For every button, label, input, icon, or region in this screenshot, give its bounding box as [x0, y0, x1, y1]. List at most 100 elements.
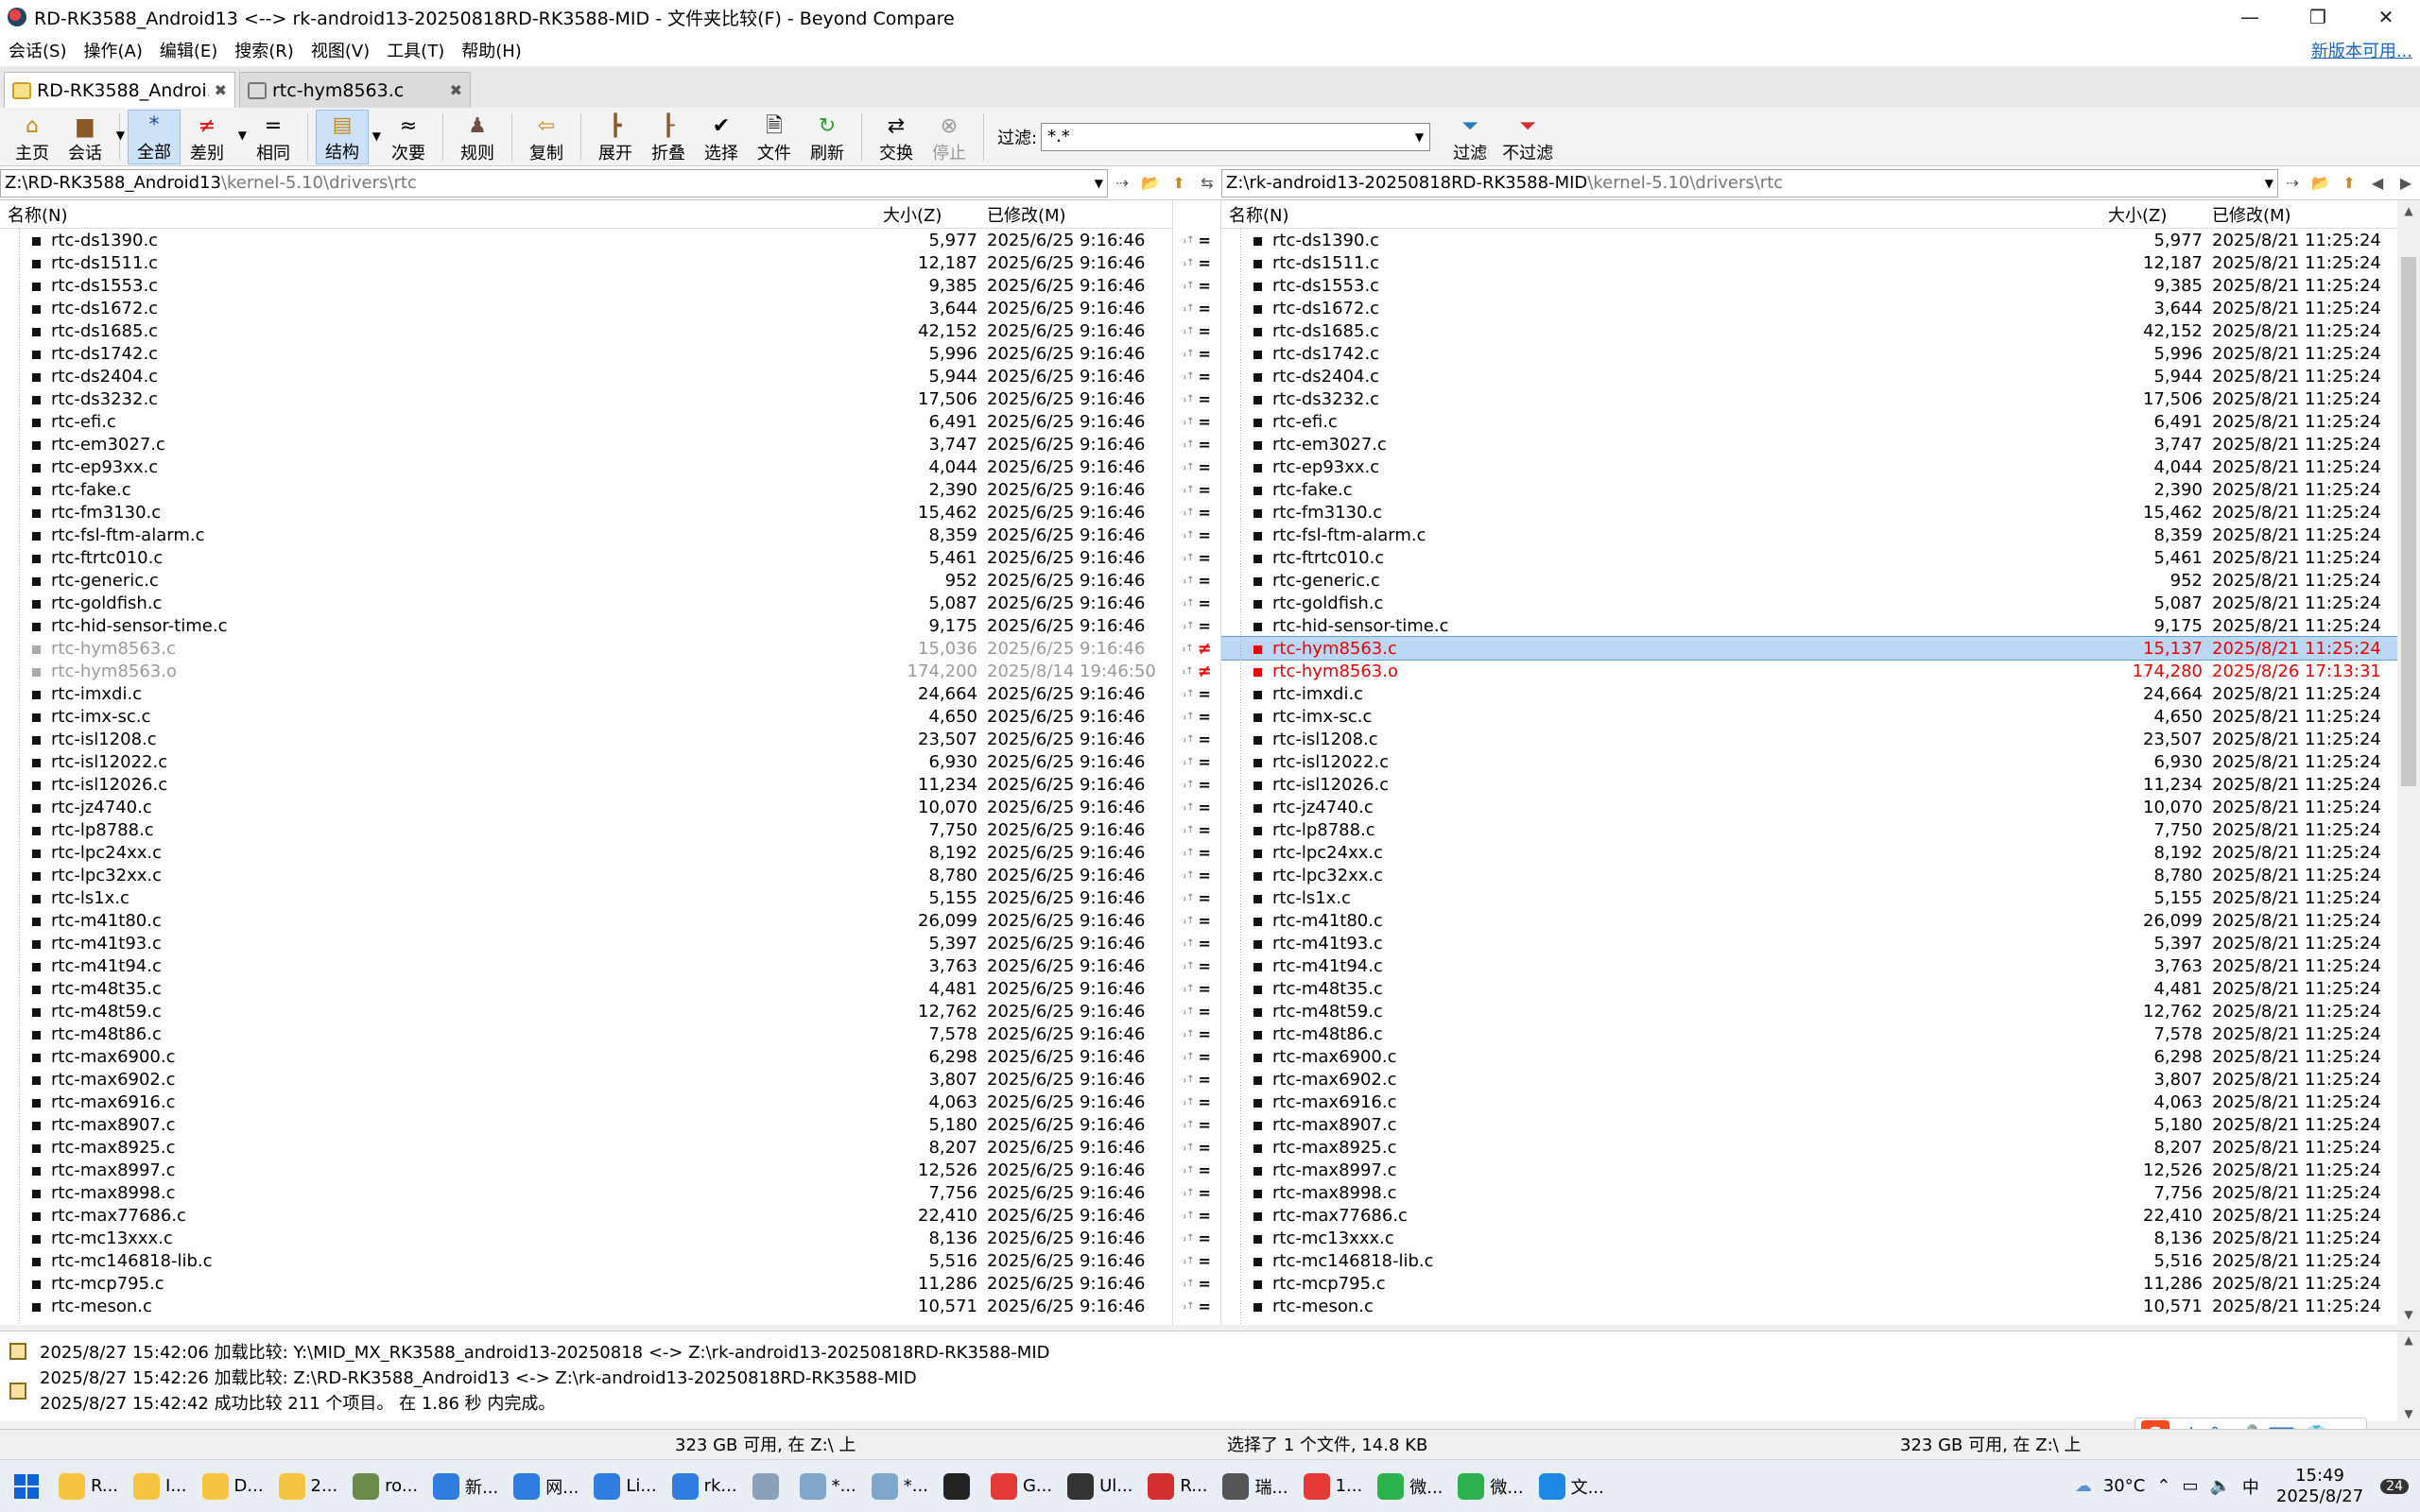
- compare-indicator[interactable]: ₁↑ =: [1173, 1227, 1220, 1249]
- menu-tools[interactable]: 工具(T): [378, 38, 453, 62]
- compare-indicator[interactable]: ₁↑ =: [1173, 954, 1220, 977]
- table-row[interactable]: rtc-ds1672.c 3,644 2025/8/21 11:25:24: [1221, 297, 2397, 319]
- table-row[interactable]: rtc-m48t35.c 4,481 2025/8/21 11:25:24: [1221, 977, 2397, 1000]
- compare-indicator[interactable]: ₁↑ =: [1173, 909, 1220, 932]
- table-row[interactable]: rtc-hid-sensor-time.c 9,175 2025/6/25 9:16…: [0, 614, 1172, 637]
- table-row[interactable]: rtc-m48t59.c 12,762 2025/8/21 11:25:24: [1221, 1000, 2397, 1022]
- table-row[interactable]: rtc-max6900.c 6,298 2025/6/25 9:16:46: [0, 1045, 1172, 1068]
- table-row[interactable]: rtc-ds1390.c 5,977 2025/6/25 9:16:46: [0, 229, 1172, 251]
- compare-indicator[interactable]: ₁↑ =: [1173, 501, 1220, 524]
- taskbar-app-button[interactable]: Li...: [588, 1466, 662, 1507]
- tab-text-compare[interactable]: rtc-hym8563.c ✖: [239, 72, 471, 108]
- table-row[interactable]: rtc-em3027.c 3,747 2025/6/25 9:16:46: [0, 433, 1172, 455]
- scroll-down-icon[interactable]: ▼: [2397, 1407, 2420, 1420]
- filter-input[interactable]: *.* ▼: [1041, 122, 1431, 151]
- table-row[interactable]: rtc-meson.c 10,571 2025/8/21 11:25:24: [1221, 1295, 2397, 1317]
- compare-indicator[interactable]: ₁↑ =: [1173, 1068, 1220, 1091]
- right-file-pane[interactable]: 名称(N) 大小(Z) 已修改(M) rtc-ds1390.c 5,977 2025…: [1221, 200, 2420, 1325]
- compare-indicator[interactable]: ₁↑ =: [1173, 1204, 1220, 1227]
- collapse-button[interactable]: ┠ 折叠: [642, 110, 695, 164]
- table-row[interactable]: rtc-m48t35.c 4,481 2025/6/25 9:16:46: [0, 977, 1172, 1000]
- taskbar-app-button[interactable]: 新...: [427, 1466, 504, 1507]
- compare-indicator[interactable]: ₁↑ =: [1173, 569, 1220, 592]
- table-row[interactable]: rtc-ds1553.c 9,385 2025/6/25 9:16:46: [0, 274, 1172, 297]
- compare-indicator[interactable]: ₁↑ =: [1173, 455, 1220, 478]
- table-row[interactable]: rtc-ds1742.c 5,996 2025/8/21 11:25:24: [1221, 342, 2397, 365]
- table-row[interactable]: rtc-m48t86.c 7,578 2025/6/25 9:16:46: [0, 1022, 1172, 1045]
- table-row[interactable]: rtc-fsl-ftm-alarm.c 8,359 2025/6/25 9:16:4…: [0, 524, 1172, 546]
- table-row[interactable]: rtc-max6902.c 3,807 2025/6/25 9:16:46: [0, 1068, 1172, 1091]
- expand-button[interactable]: ┣ 展开: [589, 110, 642, 164]
- compare-indicator[interactable]: ₁↑ =: [1173, 841, 1220, 864]
- table-row[interactable]: rtc-ds1511.c 12,187 2025/8/21 11:25:24: [1221, 251, 2397, 274]
- table-row[interactable]: rtc-m48t86.c 7,578 2025/8/21 11:25:24: [1221, 1022, 2397, 1045]
- taskbar-app-button[interactable]: 瑞...: [1217, 1466, 1293, 1507]
- compare-indicator[interactable]: ₁↑ =: [1173, 682, 1220, 705]
- compare-indicator[interactable]: ₁↑ =: [1173, 1295, 1220, 1317]
- table-row[interactable]: rtc-ds1511.c 12,187 2025/6/25 9:16:46: [0, 251, 1172, 274]
- table-row[interactable]: rtc-lpc24xx.c 8,192 2025/6/25 9:16:46: [0, 841, 1172, 864]
- compare-indicator[interactable]: ₁↑ =: [1173, 1000, 1220, 1022]
- compare-indicator[interactable]: ₁↑ =: [1173, 546, 1220, 569]
- compare-indicator[interactable]: ₁↑ =: [1173, 728, 1220, 750]
- table-row[interactable]: rtc-max8997.c 12,526 2025/8/21 11:25:24: [1221, 1159, 2397, 1181]
- ime-tray-icon[interactable]: 中: [2242, 1474, 2259, 1499]
- compare-indicator[interactable]: ₁↑ =: [1173, 1091, 1220, 1113]
- compare-indicator[interactable]: ₁↑ =: [1173, 705, 1220, 728]
- menu-view[interactable]: 视图(V): [302, 38, 378, 62]
- copy-button[interactable]: ⇦ 复制: [520, 110, 573, 164]
- notification-badge[interactable]: 24: [2380, 1478, 2409, 1494]
- network-icon[interactable]: ▭: [2182, 1476, 2198, 1496]
- browse-folder-icon[interactable]: 📂: [1136, 174, 1165, 192]
- table-row[interactable]: rtc-lpc32xx.c 8,780 2025/8/21 11:25:24: [1221, 864, 2397, 886]
- table-row[interactable]: rtc-max8925.c 8,207 2025/8/21 11:25:24: [1221, 1136, 2397, 1159]
- compare-indicator[interactable]: ₁↑ =: [1173, 342, 1220, 365]
- menu-edit[interactable]: 编辑(E): [151, 38, 226, 62]
- table-row[interactable]: rtc-mc146818-lib.c 5,516 2025/8/21 11:25:2…: [1221, 1249, 2397, 1272]
- back-icon[interactable]: ◀: [2363, 174, 2392, 192]
- table-row[interactable]: rtc-ds1553.c 9,385 2025/8/21 11:25:24: [1221, 274, 2397, 297]
- taskbar-app-button[interactable]: 微...: [1452, 1466, 1529, 1507]
- table-row[interactable]: rtc-lpc32xx.c 8,780 2025/6/25 9:16:46: [0, 864, 1172, 886]
- col-name-header[interactable]: 名称(N): [1221, 202, 2104, 227]
- left-file-pane[interactable]: 名称(N) 大小(Z) 已修改(M) rtc-ds1390.c 5,977 2025…: [0, 200, 1172, 1325]
- table-row[interactable]: rtc-isl12026.c 11,234 2025/8/21 11:25:24: [1221, 773, 2397, 796]
- table-row[interactable]: rtc-isl12022.c 6,930 2025/8/21 11:25:24: [1221, 750, 2397, 773]
- history-icon[interactable]: ⇢: [2278, 174, 2307, 192]
- chevron-down-icon[interactable]: ▼: [2265, 177, 2273, 190]
- structure-button[interactable]: ▤ 结构 ▼: [316, 109, 381, 164]
- volume-icon[interactable]: 🔈: [2209, 1476, 2230, 1496]
- table-row[interactable]: rtc-m41t93.c 5,397 2025/8/21 11:25:24: [1221, 932, 2397, 954]
- compare-indicator[interactable]: ₁↑ =: [1173, 750, 1220, 773]
- compare-indicator[interactable]: ₁↑ =: [1173, 592, 1220, 614]
- compare-indicator[interactable]: ₁↑ ≠: [1173, 637, 1220, 660]
- table-row[interactable]: rtc-ls1x.c 5,155 2025/8/21 11:25:24: [1221, 886, 2397, 909]
- chevron-down-icon[interactable]: ▼: [372, 129, 381, 143]
- table-row[interactable]: rtc-ls1x.c 5,155 2025/6/25 9:16:46: [0, 886, 1172, 909]
- compare-indicator[interactable]: ₁↑ =: [1173, 365, 1220, 387]
- compare-indicator[interactable]: ₁↑ =: [1173, 297, 1220, 319]
- compare-indicator[interactable]: ₁↑ =: [1173, 1159, 1220, 1181]
- log-scrollbar[interactable]: ▲ ▼: [2397, 1332, 2420, 1422]
- compare-indicator[interactable]: ₁↑ =: [1173, 1136, 1220, 1159]
- col-size-header[interactable]: 大小(Z): [879, 202, 983, 227]
- table-row[interactable]: rtc-hym8563.c 15,137 2025/8/21 11:25:24: [1221, 636, 2398, 661]
- compare-indicator[interactable]: ₁↑ =: [1173, 410, 1220, 433]
- table-row[interactable]: rtc-ftrtc010.c 5,461 2025/6/25 9:16:46: [0, 546, 1172, 569]
- compare-indicator[interactable]: ₁↑ =: [1173, 1249, 1220, 1272]
- tab-folder-compare[interactable]: RD-RK3588_Androi... ✖: [4, 72, 235, 108]
- compare-indicator[interactable]: ₁↑ =: [1173, 478, 1220, 501]
- chevron-down-icon[interactable]: ▼: [1095, 177, 1103, 190]
- compare-indicator[interactable]: ₁↑ =: [1173, 977, 1220, 1000]
- show-same-button[interactable]: = 相同: [247, 110, 300, 164]
- log-save-icon[interactable]: [9, 1383, 26, 1400]
- table-row[interactable]: rtc-lpc24xx.c 8,192 2025/8/21 11:25:24: [1221, 841, 2397, 864]
- swap-sides-icon[interactable]: ⇆: [1193, 174, 1221, 192]
- minimize-button[interactable]: —: [2216, 0, 2284, 34]
- scroll-down-icon[interactable]: ▼: [2397, 1308, 2420, 1321]
- taskbar-app-button[interactable]: 网...: [508, 1466, 584, 1507]
- taskbar-app-button[interactable]: *...: [794, 1466, 862, 1507]
- table-row[interactable]: rtc-isl1208.c 23,507 2025/6/25 9:16:46: [0, 728, 1172, 750]
- scroll-up-icon[interactable]: ▲: [2397, 204, 2420, 217]
- table-row[interactable]: rtc-ds1685.c 42,152 2025/8/21 11:25:24: [1221, 319, 2397, 342]
